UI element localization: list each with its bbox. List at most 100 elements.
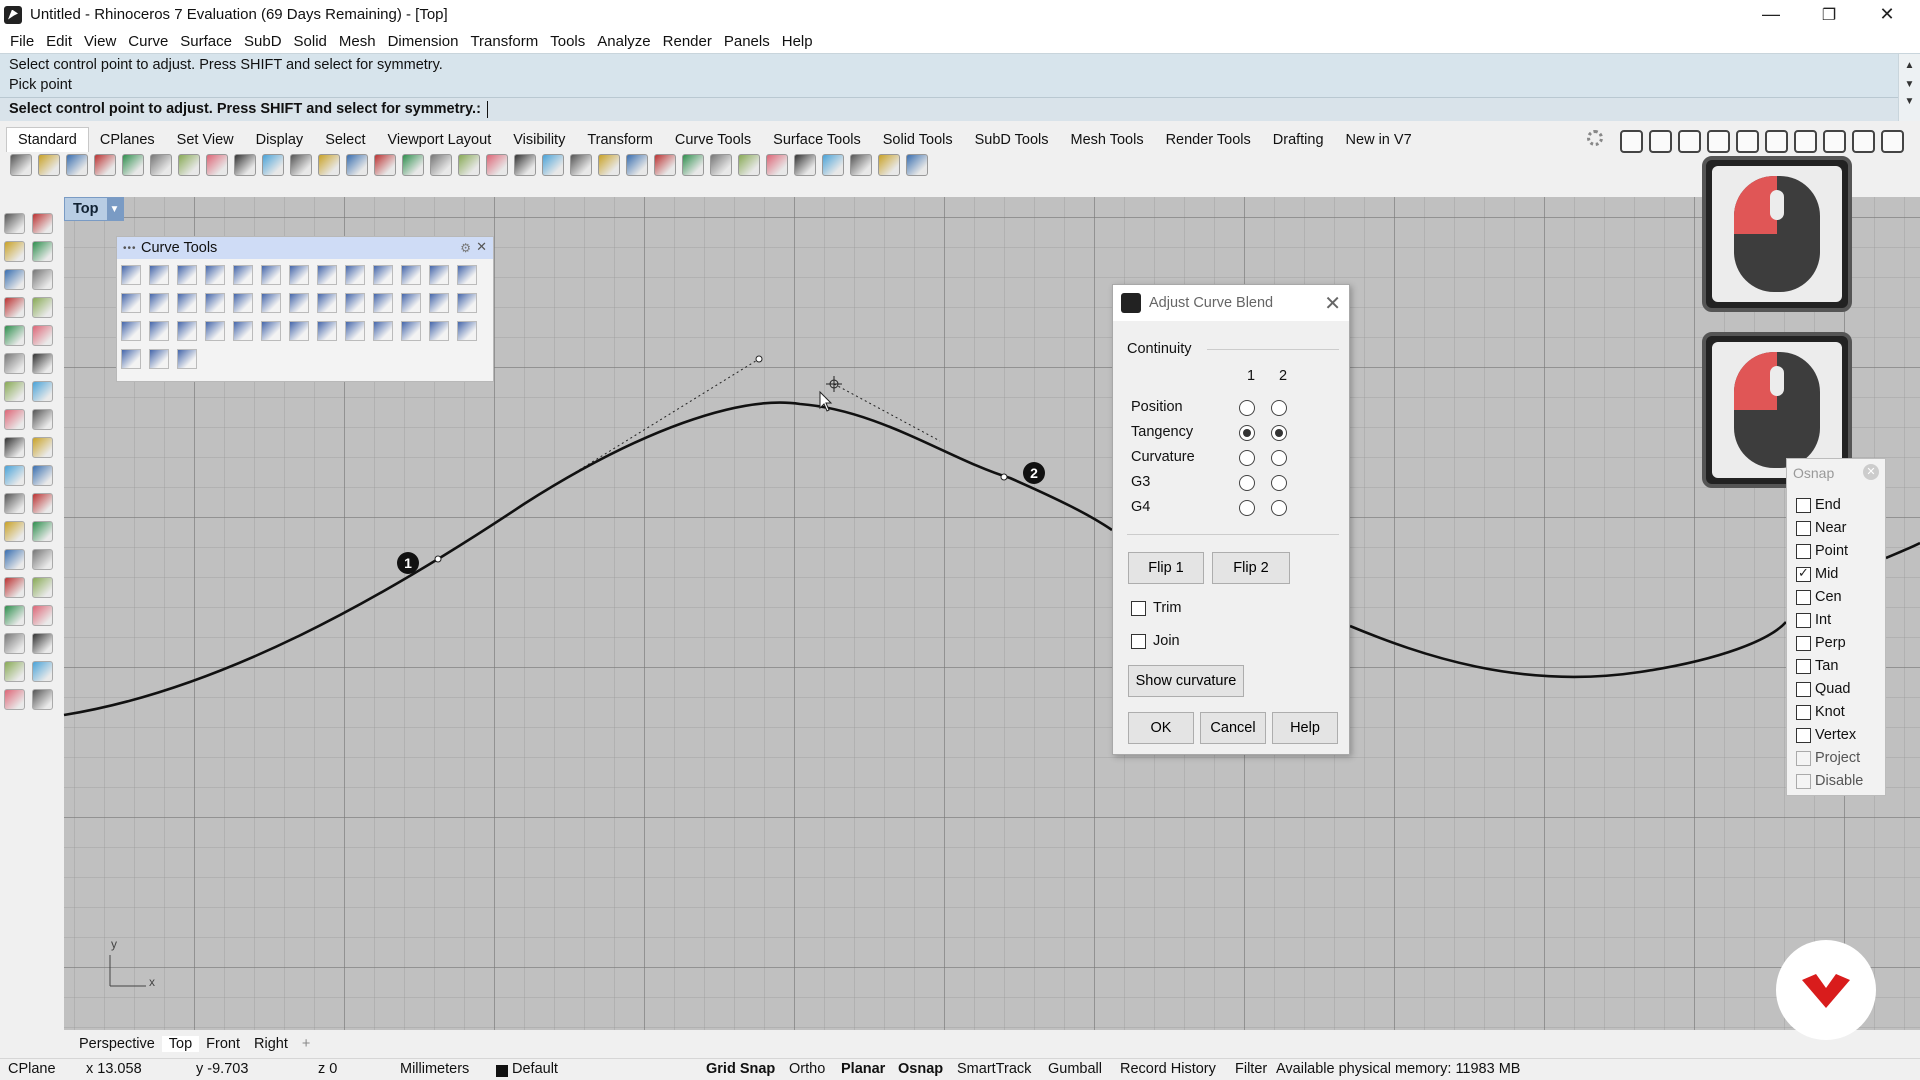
show-curvature-button[interactable]: Show curvature — [1128, 665, 1244, 697]
viewport-name[interactable]: Top — [65, 201, 107, 217]
curve-tool-icon[interactable] — [121, 293, 141, 313]
flip-2-button[interactable]: Flip 2 — [1212, 552, 1290, 584]
curve-tools-title-bar[interactable]: ••• Curve Tools ⚙ ✕ — [117, 237, 493, 259]
curve-tool-icon[interactable] — [345, 265, 365, 285]
continuity-g3-radio-1[interactable] — [1239, 475, 1255, 491]
osnap-project-checkbox[interactable] — [1796, 751, 1811, 766]
help-button[interactable]: Help — [1272, 712, 1338, 744]
curve-tool-icon[interactable] — [261, 265, 281, 285]
cplane-label[interactable]: CPlane — [8, 1061, 56, 1077]
flip-1-button[interactable]: Flip 1 — [1128, 552, 1204, 584]
curve-tool-icon[interactable] — [149, 265, 169, 285]
grip-icon[interactable]: ••• — [123, 243, 136, 254]
join-checkbox[interactable] — [1131, 634, 1146, 649]
continuity-g3-radio-2[interactable] — [1271, 475, 1287, 491]
record-history-toggle[interactable]: Record History — [1120, 1061, 1216, 1077]
curve-tool-icon[interactable] — [177, 321, 197, 341]
planar-toggle[interactable]: Planar — [841, 1061, 885, 1077]
curve-tool-icon[interactable] — [149, 349, 169, 369]
smarttrack-toggle[interactable]: SmartTrack — [957, 1061, 1031, 1077]
close-icon[interactable]: ✕ — [476, 239, 487, 255]
osnap-end-checkbox[interactable] — [1796, 498, 1811, 513]
curve-tool-icon[interactable] — [429, 293, 449, 313]
curve-tool-icon[interactable] — [205, 293, 225, 313]
chevron-down-icon[interactable]: ▼ — [106, 198, 123, 220]
osnap-mid-checkbox[interactable] — [1796, 565, 1811, 582]
osnap-point-checkbox[interactable] — [1796, 544, 1811, 559]
curve-tool-icon[interactable] — [429, 321, 449, 341]
cancel-button[interactable]: Cancel — [1200, 712, 1266, 744]
viewport-tab-front[interactable]: Front — [199, 1036, 247, 1052]
close-icon[interactable]: ✕ — [1324, 291, 1341, 316]
curve-tool-icon[interactable] — [289, 293, 309, 313]
curve-tool-icon[interactable] — [233, 321, 253, 341]
layer-label[interactable]: Default — [512, 1061, 558, 1077]
continuity-curvature-radio-2[interactable] — [1271, 450, 1287, 466]
continuity-curvature-radio-1[interactable] — [1239, 450, 1255, 466]
osnap-knot-checkbox[interactable] — [1796, 705, 1811, 720]
osnap-tan-checkbox[interactable] — [1796, 659, 1811, 674]
gear-icon[interactable]: ⚙ — [460, 241, 471, 255]
viewport-tab-right[interactable]: Right — [247, 1036, 295, 1052]
curve-tool-icon[interactable] — [121, 321, 141, 341]
curve-tool-icon[interactable] — [205, 321, 225, 341]
continuity-position-radio-1[interactable] — [1239, 400, 1255, 416]
ortho-toggle[interactable]: Ortho — [789, 1061, 825, 1077]
osnap-int-checkbox[interactable] — [1796, 613, 1811, 628]
osnap-quad-checkbox[interactable] — [1796, 682, 1811, 697]
curve-tool-icon[interactable] — [401, 293, 421, 313]
curve-tool-icon[interactable] — [121, 349, 141, 369]
curve-tool-icon[interactable] — [177, 265, 197, 285]
curve-tool-icon[interactable] — [317, 265, 337, 285]
curve-tool-icon[interactable] — [177, 293, 197, 313]
curve-tool-icon[interactable] — [373, 265, 393, 285]
close-icon[interactable]: ✕ — [1863, 464, 1879, 480]
curve-tool-icon[interactable] — [317, 321, 337, 341]
ok-button[interactable]: OK — [1128, 712, 1194, 744]
curve-tool-icon[interactable] — [205, 265, 225, 285]
units-label[interactable]: Millimeters — [400, 1061, 469, 1077]
add-viewport-tab-icon[interactable]: + — [295, 1036, 317, 1052]
viewport-title[interactable]: Top ▼ — [64, 197, 124, 221]
continuity-position-radio-2[interactable] — [1271, 400, 1287, 416]
curve-tool-icon[interactable] — [345, 321, 365, 341]
curve-tool-icon[interactable] — [373, 293, 393, 313]
continuity-g4-radio-2[interactable] — [1271, 500, 1287, 516]
curve-tool-icon[interactable] — [149, 321, 169, 341]
viewport-tab-perspective[interactable]: Perspective — [72, 1036, 162, 1052]
curve-tool-icon[interactable] — [373, 321, 393, 341]
continuity-tangency-radio-2[interactable] — [1271, 425, 1287, 441]
curve-tool-icon[interactable] — [233, 265, 253, 285]
osnap-disable-checkbox[interactable] — [1796, 774, 1811, 789]
curve-tool-icon[interactable] — [261, 293, 281, 313]
trim-checkbox[interactable] — [1131, 601, 1146, 616]
viewport-tab-top[interactable]: Top — [161, 1036, 200, 1052]
curve-tool-icon[interactable] — [149, 293, 169, 313]
continuity-g4-radio-1[interactable] — [1239, 500, 1255, 516]
dialog-title-bar[interactable]: Adjust Curve Blend — [1113, 285, 1349, 321]
osnap-near-checkbox[interactable] — [1796, 521, 1811, 536]
osnap-cen-checkbox[interactable] — [1796, 590, 1811, 605]
curve-tool-icon[interactable] — [233, 293, 253, 313]
curve-tool-icon[interactable] — [457, 321, 477, 341]
curve-tool-icon[interactable] — [457, 293, 477, 313]
curve-tool-icon[interactable] — [345, 293, 365, 313]
curve-tool-icon[interactable] — [317, 293, 337, 313]
grid-snap-toggle[interactable]: Grid Snap — [706, 1061, 775, 1077]
curve-tool-icon[interactable] — [401, 321, 421, 341]
blend-curve — [1885, 541, 1920, 560]
filter-toggle[interactable]: Filter — [1235, 1061, 1267, 1077]
curve-tool-icon[interactable] — [457, 265, 477, 285]
curve-tool-icon[interactable] — [429, 265, 449, 285]
curve-tool-icon[interactable] — [289, 321, 309, 341]
osnap-perp-checkbox[interactable] — [1796, 636, 1811, 651]
osnap-vertex-checkbox[interactable] — [1796, 728, 1811, 743]
gumball-toggle[interactable]: Gumball — [1048, 1061, 1102, 1077]
osnap-toggle[interactable]: Osnap — [898, 1061, 943, 1077]
continuity-tangency-radio-1[interactable] — [1239, 425, 1255, 441]
curve-tool-icon[interactable] — [289, 265, 309, 285]
curve-tool-icon[interactable] — [121, 265, 141, 285]
curve-tool-icon[interactable] — [177, 349, 197, 369]
curve-tool-icon[interactable] — [261, 321, 281, 341]
curve-tool-icon[interactable] — [401, 265, 421, 285]
